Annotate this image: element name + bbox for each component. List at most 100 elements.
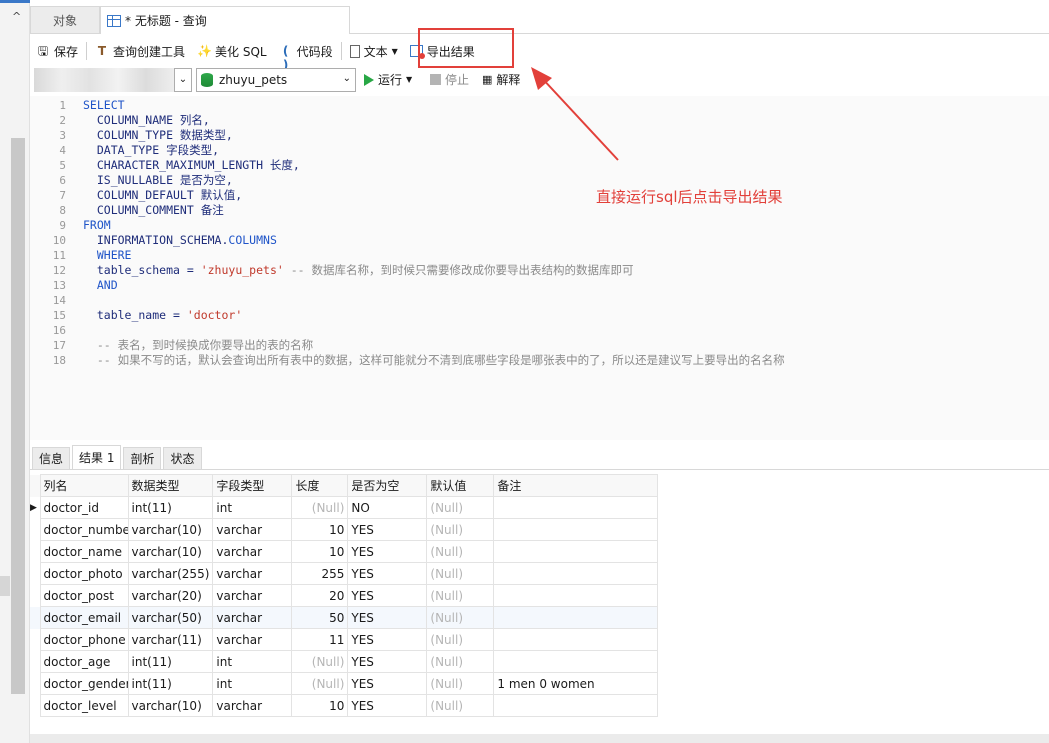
table-row[interactable]: doctor_age int(11) int (Null) YES (Null) [30, 650, 659, 673]
table-cell[interactable]: doctor_email [39, 606, 129, 629]
table-cell[interactable]: (Null) [426, 584, 495, 607]
table-cell[interactable]: doctor_post [39, 584, 129, 607]
run-button[interactable]: 运行 ▼ [364, 71, 412, 88]
table-cell[interactable]: NO [347, 496, 428, 519]
table-cell[interactable]: varchar(10) [127, 518, 214, 541]
table-cell[interactable]: YES [347, 540, 428, 563]
table-cell[interactable]: YES [347, 628, 428, 651]
table-row[interactable]: doctor_name varchar(10) varchar 10 YES (Null) [30, 540, 659, 563]
table-cell[interactable]: doctor_age [39, 650, 129, 673]
chevron-up-icon[interactable]: ^ [12, 10, 21, 23]
table-cell[interactable]: doctor_gender [39, 672, 129, 695]
table-cell[interactable]: int [212, 496, 293, 519]
column-header[interactable]: 数据类型 [127, 474, 214, 497]
table-row[interactable]: doctor_gender int(11) int (Null) YES (Null) 1 … [30, 672, 659, 695]
column-header[interactable]: 长度 [291, 474, 349, 497]
table-cell[interactable]: doctor_level [39, 694, 129, 717]
table-cell[interactable]: 20 [291, 584, 349, 607]
column-header[interactable]: 是否为空 [347, 474, 428, 497]
table-cell[interactable]: int(11) [127, 650, 214, 673]
save-button[interactable]: 🖫 保存 [30, 39, 84, 63]
table-cell[interactable]: 255 [291, 562, 349, 585]
tab-objects[interactable]: 对象 [30, 6, 100, 34]
table-cell[interactable]: 1 men 0 women [493, 672, 659, 695]
table-cell[interactable]: doctor_numbe [39, 518, 129, 541]
table-cell[interactable]: varchar [212, 562, 293, 585]
table-row[interactable]: ▶ doctor_id int(11) int (Null) NO (Null) [30, 496, 659, 519]
column-header[interactable]: 字段类型 [212, 474, 293, 497]
connection-select-blurred[interactable] [34, 68, 174, 92]
table-cell[interactable]: int [212, 650, 293, 673]
table-cell[interactable]: doctor_phone [39, 628, 129, 651]
tab-profile[interactable]: 剖析 [123, 447, 162, 469]
table-row[interactable]: doctor_phone varchar(11) varchar 11 YES (Null… [30, 628, 659, 651]
table-cell[interactable]: (Null) [291, 496, 349, 519]
sql-code[interactable]: SELECT COLUMN_NAME 列名, COLUMN_TYPE 数据类型,… [83, 98, 785, 368]
table-cell[interactable] [493, 540, 659, 563]
table-cell[interactable]: YES [347, 694, 428, 717]
table-cell[interactable]: (Null) [426, 672, 495, 695]
tab-query[interactable]: * 无标题 - 查询 [100, 6, 350, 34]
stop-button[interactable]: 停止 [430, 71, 469, 88]
column-header[interactable]: 默认值 [426, 474, 495, 497]
tab-status[interactable]: 状态 [163, 447, 202, 469]
text-button[interactable]: 文本 ▼ [344, 39, 404, 63]
table-cell[interactable]: varchar(11) [127, 628, 214, 651]
table-cell[interactable] [493, 628, 659, 651]
table-cell[interactable]: (Null) [426, 694, 495, 717]
table-cell[interactable]: varchar [212, 518, 293, 541]
table-cell[interactable]: (Null) [426, 650, 495, 673]
table-row[interactable]: doctor_photo varchar(255) varchar 255 YES (Nu… [30, 562, 659, 585]
table-cell[interactable]: varchar(255) [127, 562, 214, 585]
table-cell[interactable]: YES [347, 518, 428, 541]
table-cell[interactable]: (Null) [426, 606, 495, 629]
column-header[interactable]: 备注 [493, 474, 659, 497]
tab-info[interactable]: 信息 [32, 447, 71, 469]
table-cell[interactable]: varchar(20) [127, 584, 214, 607]
table-cell[interactable]: YES [347, 672, 428, 695]
table-cell[interactable]: (Null) [426, 496, 495, 519]
table-cell[interactable]: varchar [212, 540, 293, 563]
table-row[interactable]: doctor_numbe varchar(10) varchar 10 YES (Null… [30, 518, 659, 541]
table-cell[interactable]: varchar(50) [127, 606, 214, 629]
table-cell[interactable] [493, 606, 659, 629]
table-cell[interactable]: doctor_photo [39, 562, 129, 585]
table-row[interactable]: doctor_post varchar(20) varchar 20 YES (Null) [30, 584, 659, 607]
result-grid[interactable]: 列名 数据类型 字段类型 长度 是否为空 默认值 备注 ▶ doctor_id in… [30, 474, 659, 717]
query-builder-button[interactable]: T 查询创建工具 [89, 39, 191, 63]
table-cell[interactable] [493, 584, 659, 607]
table-cell[interactable]: (Null) [426, 562, 495, 585]
table-cell[interactable]: (Null) [291, 650, 349, 673]
table-cell[interactable]: YES [347, 562, 428, 585]
table-row[interactable]: doctor_level varchar(10) varchar 10 YES (Null… [30, 694, 659, 717]
table-cell[interactable]: varchar [212, 606, 293, 629]
table-cell[interactable]: doctor_name [39, 540, 129, 563]
table-cell[interactable]: (Null) [426, 518, 495, 541]
table-cell[interactable]: doctor_id [39, 496, 129, 519]
table-cell[interactable]: varchar(10) [127, 540, 214, 563]
table-cell[interactable]: varchar(10) [127, 694, 214, 717]
table-cell[interactable]: 10 [291, 518, 349, 541]
table-cell[interactable]: (Null) [291, 672, 349, 695]
gutter-knob[interactable] [0, 576, 10, 596]
table-cell[interactable]: YES [347, 584, 428, 607]
table-cell[interactable]: 50 [291, 606, 349, 629]
table-cell[interactable]: YES [347, 606, 428, 629]
table-cell[interactable] [493, 518, 659, 541]
connection-dropdown[interactable]: ⌄ [174, 68, 192, 92]
table-cell[interactable]: varchar [212, 628, 293, 651]
beautify-sql-button[interactable]: ✨ 美化 SQL [191, 39, 273, 63]
table-cell[interactable] [493, 694, 659, 717]
table-cell[interactable]: (Null) [426, 540, 495, 563]
table-cell[interactable]: YES [347, 650, 428, 673]
table-cell[interactable]: varchar [212, 584, 293, 607]
sql-editor[interactable]: 1 2 3 4 5 6 7 8 9 10 11 12 13 14 15 16 17 18 SELECT COLUM… [30, 96, 1049, 440]
database-select[interactable]: zhuyu_pets ⌄ [196, 68, 356, 92]
table-cell[interactable]: varchar [212, 694, 293, 717]
gutter-scrollbar[interactable] [11, 138, 25, 694]
table-row[interactable]: doctor_email varchar(50) varchar 50 YES (Null… [30, 606, 659, 629]
column-header[interactable]: 列名 [39, 474, 129, 497]
table-cell[interactable]: 10 [291, 694, 349, 717]
table-cell[interactable]: int [212, 672, 293, 695]
table-cell[interactable]: 10 [291, 540, 349, 563]
